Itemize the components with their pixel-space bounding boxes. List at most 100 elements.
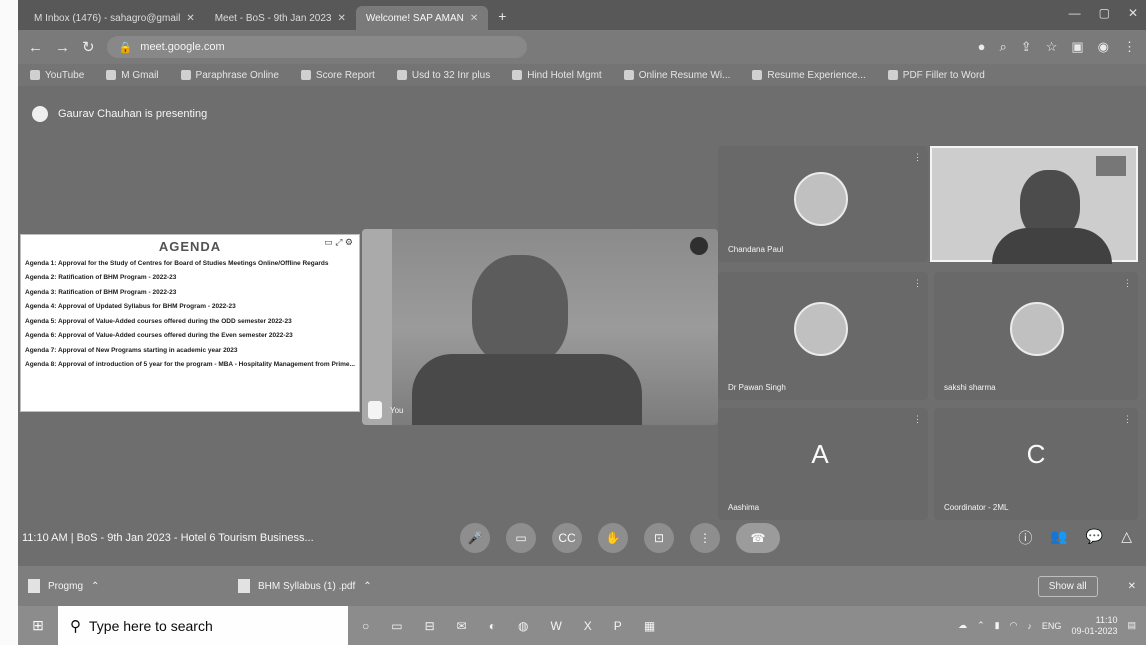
bookmark-icon: [300, 70, 311, 80]
tab-welcome[interactable]: Welcome! SAP AMAN ✕: [355, 6, 489, 30]
forward-icon[interactable]: →: [55, 39, 70, 56]
wifi-icon[interactable]: ◠: [1010, 620, 1018, 631]
call-controls: 🎤 ▭ CC ✋ ⊡ ⋮ ☎: [460, 523, 780, 553]
participant-tile[interactable]: Chandana Paul ⋮: [718, 146, 928, 262]
star-icon[interactable]: ☆: [1046, 39, 1058, 55]
language-indicator[interactable]: ENG: [1042, 621, 1062, 631]
download-item[interactable]: BHM Syllabus (1) .pdf ⌃: [238, 579, 418, 593]
maximize-icon[interactable]: ▢: [1099, 6, 1110, 20]
close-window-icon[interactable]: ✕: [1128, 6, 1138, 20]
camera-icon[interactable]: ●: [978, 39, 986, 55]
edge-icon[interactable]: ◐: [489, 619, 496, 633]
excel-icon[interactable]: X: [584, 619, 592, 633]
agenda-item: Agenda 1: Approval for the Study of Cent…: [25, 260, 329, 267]
agenda-item: Agenda 5: Approval of Value-Added course…: [25, 317, 292, 325]
task-view-icon[interactable]: ○: [362, 619, 369, 633]
more-icon[interactable]: ⋮: [913, 152, 922, 163]
photos-icon[interactable]: ▦: [644, 619, 655, 633]
participant-tile[interactable]: sakshi sharma ⋮: [934, 272, 1138, 400]
chrome-icon[interactable]: ◍: [518, 619, 528, 633]
zoom-icon[interactable]: ⌕: [1000, 39, 1007, 55]
bookmark-item[interactable]: Usd to 32 Inr plus: [396, 70, 490, 81]
download-item[interactable]: Progmg ⌃: [28, 579, 208, 593]
taskbar-search[interactable]: ⚲ Type here to search: [58, 606, 348, 645]
mic-button[interactable]: 🎤: [460, 523, 490, 553]
battery-icon[interactable]: ▮: [995, 620, 1000, 631]
more-icon[interactable]: ⋮: [913, 414, 922, 425]
notification-icon[interactable]: ▤: [1127, 620, 1136, 631]
bookmark-item[interactable]: Online Resume Wi...: [623, 69, 731, 81]
chevron-up-icon[interactable]: ⌃: [363, 581, 371, 592]
weather-icon[interactable]: ☁: [958, 620, 967, 631]
participant-name: Chandana Paul: [728, 245, 784, 254]
share-icon[interactable]: ⇪: [1021, 39, 1032, 55]
bookmark-item[interactable]: M Gmail: [106, 70, 159, 81]
more-icon[interactable]: ⋮: [1123, 414, 1132, 425]
participant-body: [992, 228, 1112, 264]
menu-icon[interactable]: ⋮: [1123, 39, 1136, 55]
chat-icon[interactable]: 💬: [1086, 528, 1103, 548]
tab-label: Welcome! SAP AMAN: [365, 12, 464, 24]
back-icon[interactable]: ←: [28, 39, 43, 56]
close-icon[interactable]: ✕: [186, 13, 194, 24]
info-icon[interactable]: ⓘ: [1018, 528, 1032, 548]
more-options-button[interactable]: ⋮: [690, 523, 720, 553]
bookmark-label: Score Report: [315, 69, 375, 81]
windows-start-icon[interactable]: ⊞: [18, 606, 58, 645]
close-icon[interactable]: ✕: [1128, 581, 1136, 592]
camera-button[interactable]: ▭: [506, 523, 536, 553]
toolbar-icons: ● ⌕ ⇪ ☆ ▣ ◉ ⋮: [978, 39, 1136, 55]
participant-tile[interactable]: A Aashima ⋮: [718, 408, 928, 520]
bookmark-item[interactable]: Score Report: [300, 69, 375, 81]
bookmark-label: Hind Hotel Mgmt: [527, 69, 602, 81]
word-icon[interactable]: W: [550, 619, 561, 633]
speaker-tile[interactable]: You: [362, 229, 718, 425]
tab-meet[interactable]: Meet - BoS - 9th Jan 2023 ✕: [205, 6, 356, 30]
profile-icon[interactable]: ◉: [1098, 39, 1109, 55]
speaker-name: You: [390, 405, 404, 415]
presentation-screen[interactable]: ▭ ⤢ ⚙ AGENDA Agenda 1: Approval for the …: [20, 234, 360, 412]
chevron-up-icon[interactable]: ⌃: [977, 620, 985, 631]
clock[interactable]: 11:10 09-01-2023: [1071, 615, 1117, 637]
url-field[interactable]: 🔒 meet.google.com: [106, 36, 527, 58]
mail-icon[interactable]: ✉: [457, 619, 467, 633]
bookmark-item[interactable]: PDF Filler to Word: [887, 70, 985, 81]
captions-button[interactable]: CC: [552, 523, 582, 553]
bookmark-item[interactable]: YouTube: [30, 70, 84, 81]
bookmark-item[interactable]: Paraphrase Online: [180, 70, 279, 81]
close-icon[interactable]: ✕: [337, 13, 345, 24]
bookmark-item[interactable]: Hind Hotel Mgmt: [512, 69, 602, 81]
more-icon[interactable]: ⋮: [913, 278, 922, 289]
avatar-letter: A: [794, 428, 846, 480]
extensions-icon[interactable]: ▣: [1071, 39, 1083, 55]
agenda-title: AGENDA: [158, 239, 222, 254]
system-tray: ☁ ⌃ ▮ ◠ ♪ ENG 11:10 09-01-2023 ▤: [958, 615, 1146, 637]
more-icon[interactable]: ⋮: [1123, 278, 1132, 289]
chevron-up-icon[interactable]: ⌃: [91, 581, 99, 592]
folder-icon[interactable]: ▭: [391, 619, 402, 633]
people-icon[interactable]: 👥: [1050, 528, 1067, 548]
end-call-button[interactable]: ☎: [736, 523, 780, 553]
presentation-tools[interactable]: ▭ ⤢ ⚙: [324, 237, 353, 248]
participant-name: Aashima: [728, 503, 760, 512]
clock-date: 09-01-2023: [1071, 625, 1118, 636]
participant-tile[interactable]: C Coordinator - 2ML ⋮: [934, 408, 1138, 520]
powerpoint-icon[interactable]: P: [614, 619, 622, 633]
activities-icon[interactable]: △: [1121, 528, 1132, 548]
clock-time: 11:10: [1095, 614, 1118, 625]
show-all-button[interactable]: Show all: [1037, 575, 1098, 597]
downloads-bar: Progmg ⌃ BHM Syllabus (1) .pdf ⌃ Show al…: [18, 566, 1146, 606]
present-button[interactable]: ⊡: [644, 523, 674, 553]
volume-icon[interactable]: ♪: [1027, 621, 1032, 631]
tab-gmail[interactable]: M Inbox (1476) - sahagro@gmail ✕: [24, 6, 205, 30]
store-icon[interactable]: ⊟: [425, 619, 435, 633]
bookmark-label: Online Resume Wi...: [638, 69, 731, 81]
participant-tile[interactable]: Dr Pawan Singh ⋮: [718, 272, 928, 400]
raise-hand-button[interactable]: ✋: [598, 523, 628, 553]
minimize-icon[interactable]: —: [1069, 6, 1081, 20]
participant-video-tile[interactable]: [930, 146, 1138, 264]
close-icon[interactable]: ✕: [470, 13, 478, 24]
reload-icon[interactable]: ↻: [82, 38, 95, 56]
bookmark-item[interactable]: Resume Experience...: [752, 70, 866, 81]
new-tab-button[interactable]: +: [488, 8, 516, 30]
